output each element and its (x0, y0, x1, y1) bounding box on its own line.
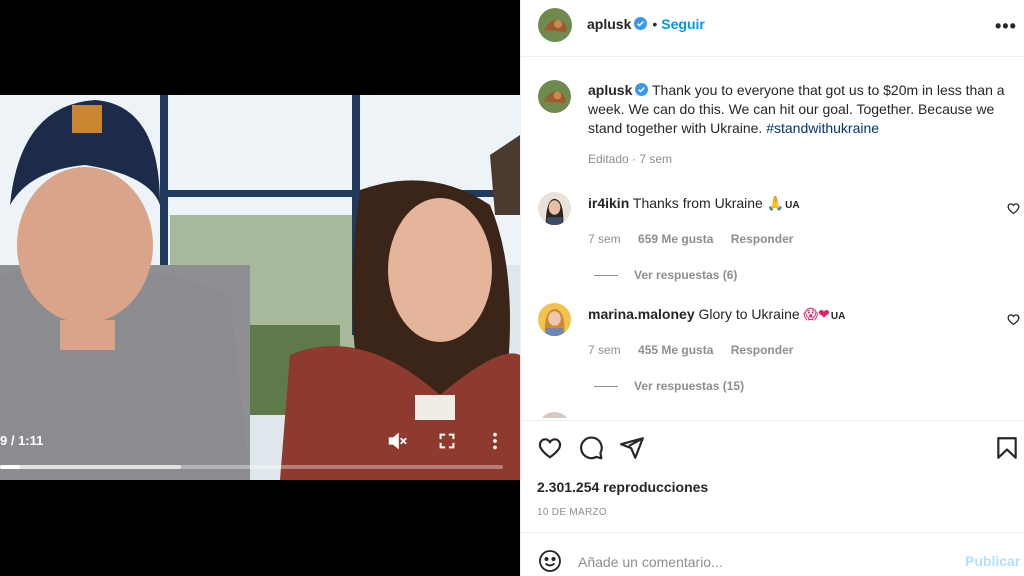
comment-like-heart-icon[interactable] (1007, 202, 1020, 215)
replies-divider-line (594, 386, 618, 388)
video-player[interactable]: 9 / 1:11 (0, 0, 520, 576)
caption-meta: Editado · 7 sem (588, 152, 673, 166)
comment-reply-button[interactable]: Responder (731, 343, 794, 357)
commenter-avatar[interactable] (538, 192, 571, 225)
verified-badge-icon (635, 83, 649, 96)
separator-dot: • (652, 16, 658, 32)
views-count[interactable]: 2.301.254 reproducciones (537, 479, 708, 495)
comment-time[interactable]: 7 sem (588, 343, 621, 357)
comment-emoji: 😱❤ (803, 307, 830, 323)
view-replies-button[interactable]: Ver respuestas (15) (594, 379, 744, 393)
comments-section[interactable]: aplusk Thank you to everyone that got us… (521, 58, 1024, 418)
comment-item: marina.maloney Glory to Ukraine 😱❤UA 7 s… (521, 303, 1024, 413)
comment-username[interactable]: marina.maloney (588, 306, 695, 322)
author-avatar[interactable] (538, 8, 572, 42)
fullscreen-icon[interactable] (436, 430, 458, 452)
mute-icon[interactable] (386, 430, 408, 452)
like-heart-icon[interactable] (537, 435, 563, 461)
video-still-image (0, 95, 520, 480)
commenter-avatar[interactable] (538, 303, 571, 336)
video-frame[interactable] (0, 95, 520, 480)
share-paper-plane-icon[interactable] (619, 435, 645, 461)
comment-likes[interactable]: 455 Me gusta (638, 343, 713, 357)
comment-flag: UA (830, 311, 846, 322)
emoji-smile-icon[interactable] (538, 549, 562, 573)
video-progress-played (0, 465, 21, 469)
comment-like-heart-icon[interactable] (1007, 313, 1020, 326)
follow-button[interactable]: Seguir (661, 16, 705, 32)
comment-text: Glory to Ukraine (698, 306, 800, 322)
view-replies-label: Ver respuestas (15) (634, 379, 745, 393)
comment-flag: UA (785, 200, 800, 211)
post-actions: 2.301.254 reproducciones 10 DE MARZO (521, 420, 1024, 530)
caption-author-avatar[interactable] (538, 80, 571, 113)
comment-likes[interactable]: 659 Me gusta (638, 232, 713, 246)
author-username[interactable]: aplusk (587, 16, 631, 32)
more-vertical-icon[interactable] (484, 430, 506, 452)
post-caption: aplusk Thank you to everyone that got us… (588, 81, 1013, 138)
post-panel: aplusk • Seguir ••• aplusk Thank you to ev… (520, 0, 1024, 576)
video-progress-bar[interactable] (0, 465, 503, 469)
comment-time[interactable]: 7 sem (588, 232, 621, 246)
more-options-icon[interactable]: ••• (995, 16, 1017, 37)
view-replies-label: Ver respuestas (6) (634, 268, 738, 282)
comment-bubble-icon[interactable] (578, 435, 604, 461)
verified-badge-icon (634, 17, 648, 30)
caption-hashtag-link[interactable]: #standwithukraine (766, 120, 879, 136)
publish-button[interactable]: Publicar (965, 553, 1020, 569)
post-date[interactable]: 10 DE MARZO (537, 507, 607, 518)
caption-username[interactable]: aplusk (588, 82, 632, 98)
add-comment-bar: Publicar (521, 532, 1024, 576)
replies-divider-line (594, 275, 618, 277)
view-replies-button[interactable]: Ver respuestas (6) (594, 268, 737, 282)
post-header: aplusk • Seguir ••• (521, 0, 1024, 57)
comment-item: ir4ikin Thanks from Ukraine 🙏UA 7 sem 65… (521, 192, 1024, 302)
comment-input[interactable] (578, 552, 948, 572)
comment-emoji: 🙏 (766, 196, 785, 212)
video-progress-buffered (0, 465, 182, 469)
comment-reply-button[interactable]: Responder (731, 232, 794, 246)
video-time-display: 9 / 1:11 (0, 433, 44, 448)
comment-username[interactable]: ir4ikin (588, 195, 629, 211)
comment-text: Thanks from Ukraine (632, 195, 763, 211)
save-bookmark-icon[interactable] (994, 435, 1020, 461)
